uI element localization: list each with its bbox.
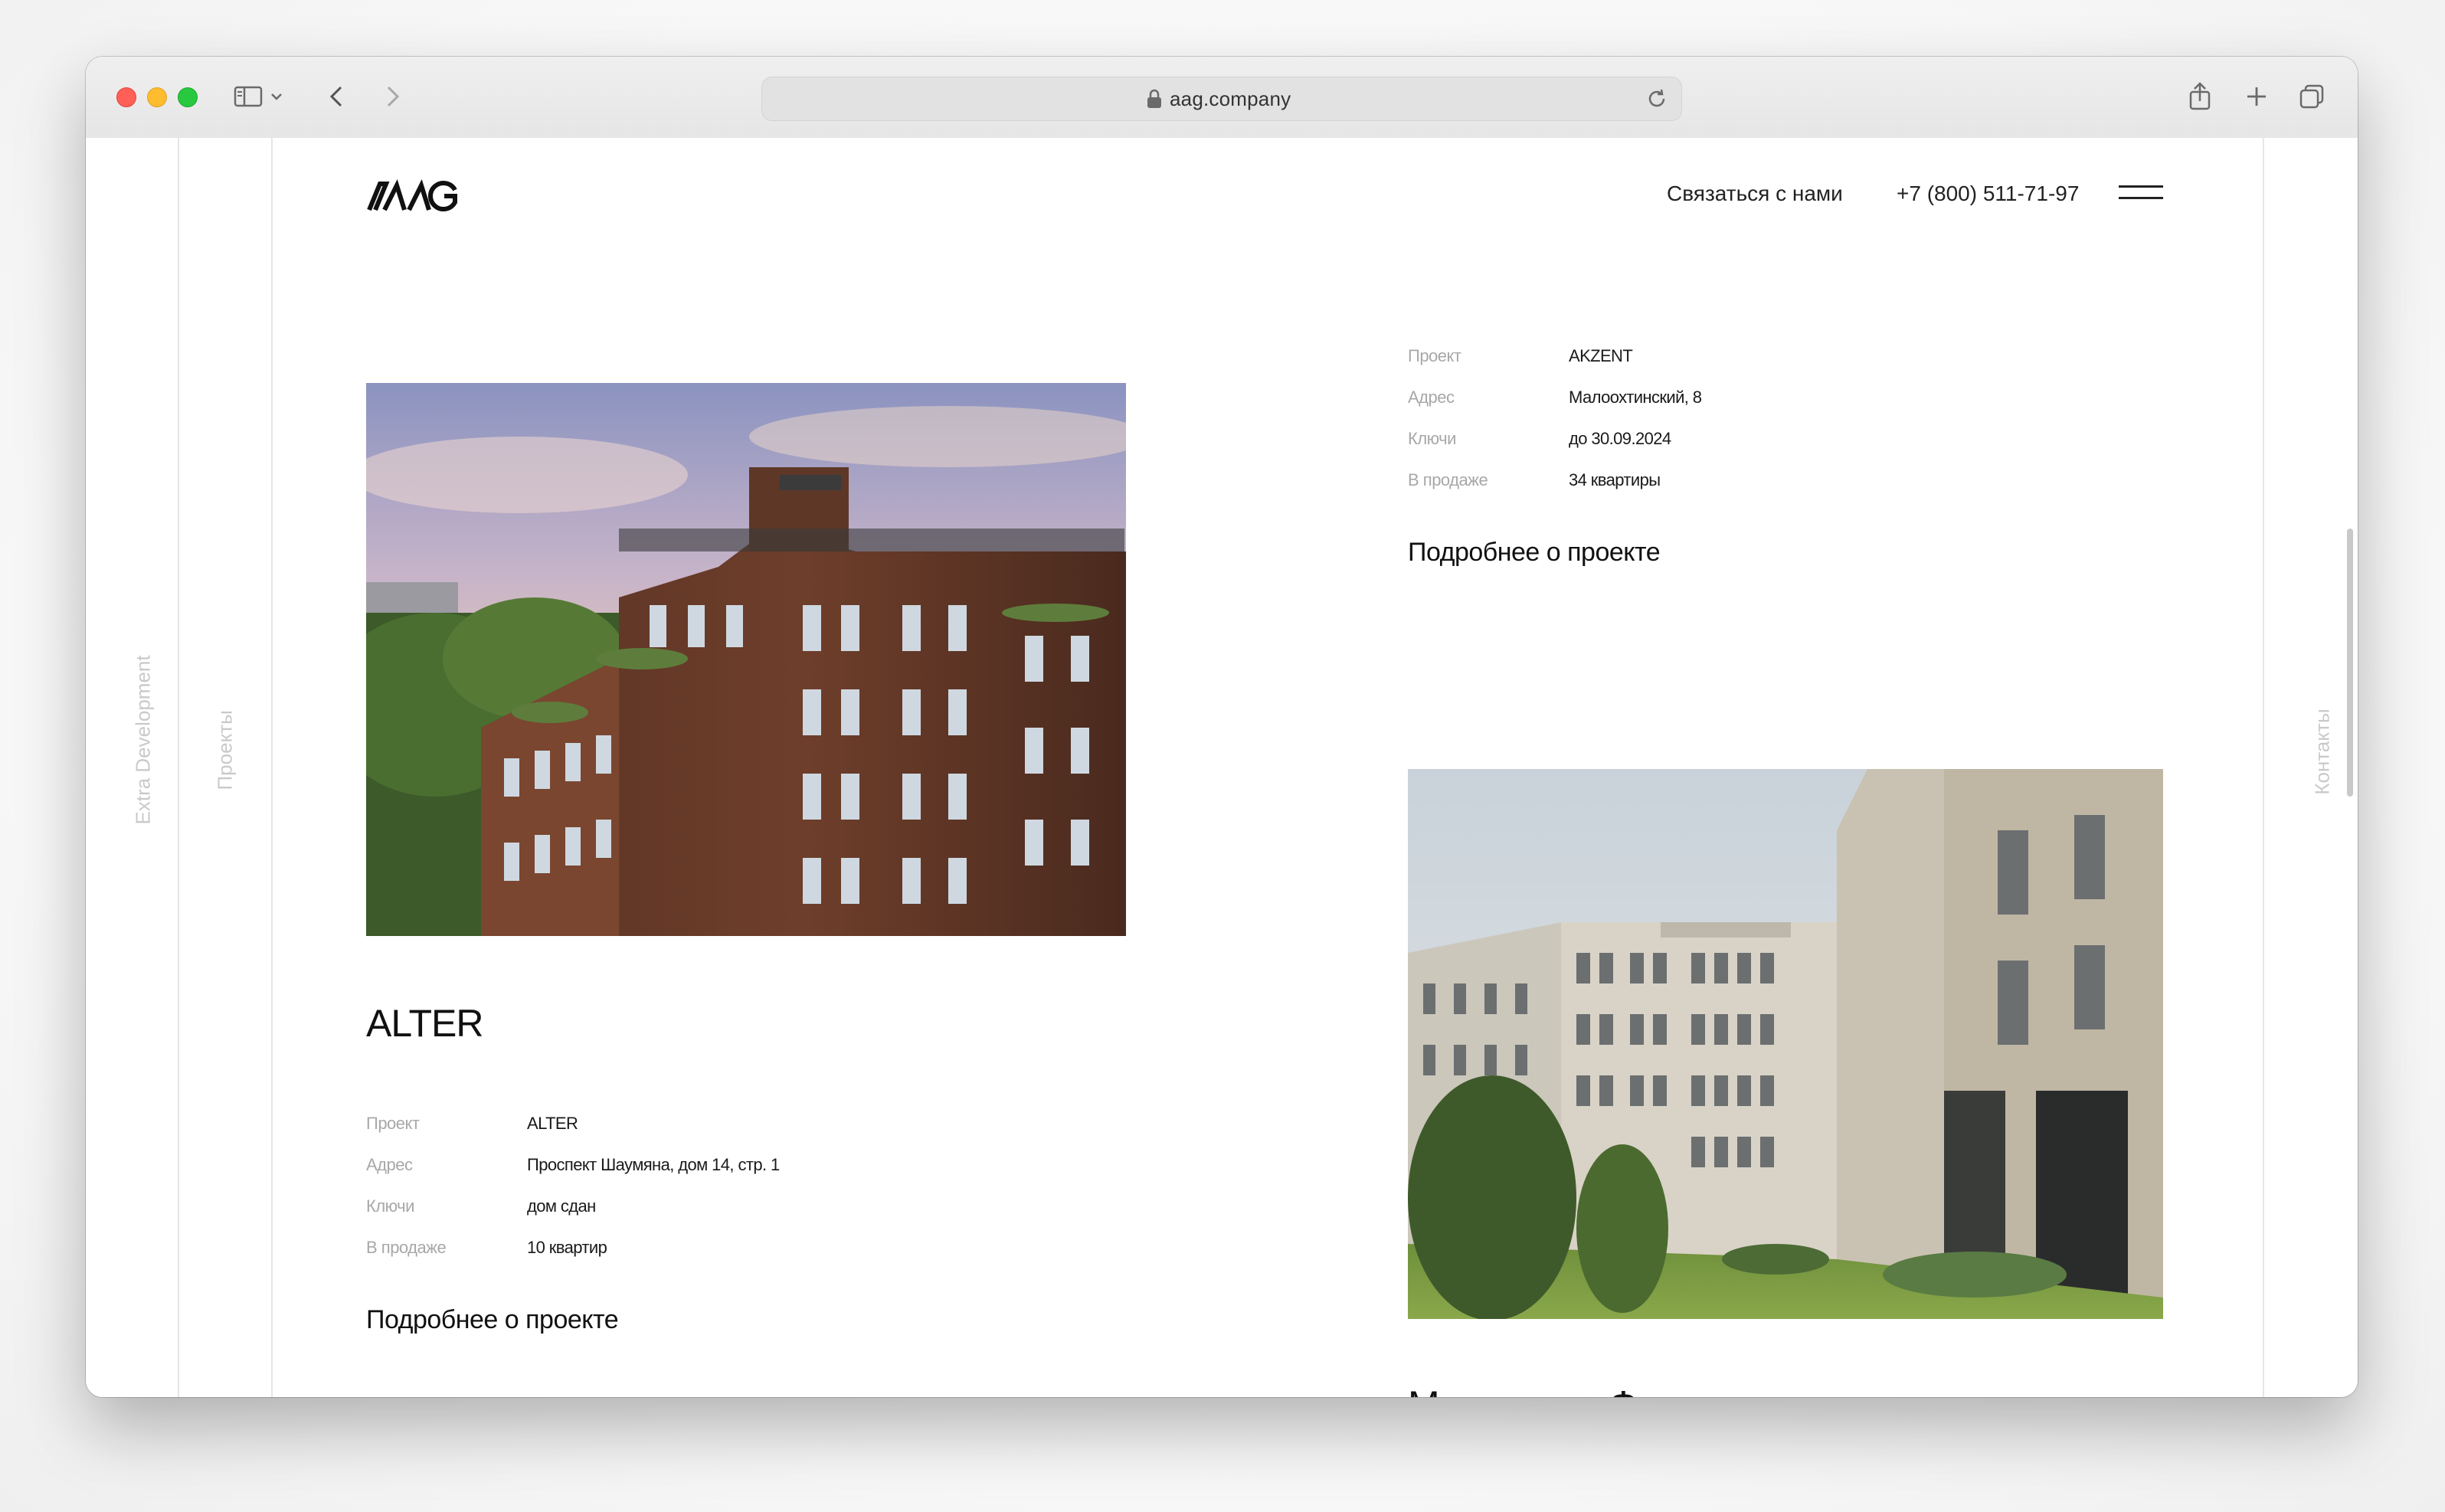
side-label-extra-development[interactable]: Extra Development: [132, 655, 155, 824]
info-value: дом сдан: [527, 1196, 596, 1216]
divider: [2263, 138, 2264, 1397]
info-value: 10 квартир: [527, 1238, 607, 1257]
project-info-alter: Проект ALTER Адрес Проспект Шаумяна, дом 1…: [366, 1112, 979, 1278]
scrollbar-thumb[interactable]: [2347, 529, 2353, 797]
minimize-window-button[interactable]: [147, 87, 167, 107]
side-label-projects[interactable]: Проекты: [214, 710, 237, 790]
browser-toolbar: aag.company: [86, 57, 2358, 139]
alter-title[interactable]: ALTER: [366, 1000, 483, 1046]
menu-icon[interactable]: [2119, 184, 2163, 202]
tab-overview-icon[interactable]: [2296, 80, 2327, 113]
info-key: Ключи: [366, 1196, 414, 1216]
share-icon[interactable]: [2185, 80, 2215, 113]
sidebar-toggle-icon[interactable]: [233, 80, 263, 113]
info-key: Проект: [366, 1114, 420, 1133]
info-key: Проект: [1408, 346, 1461, 365]
zoom-window-button[interactable]: [178, 87, 198, 107]
little-france-building-photo[interactable]: [1408, 769, 2163, 1319]
close-window-button[interactable]: [116, 87, 136, 107]
info-key: Ключи: [1408, 429, 1456, 448]
alter-building-photo[interactable]: [366, 383, 1126, 936]
reload-icon[interactable]: [1645, 87, 1669, 111]
side-label-contacts[interactable]: Контакты: [2311, 706, 2335, 798]
chevron-down-icon[interactable]: [268, 80, 285, 113]
little-france-title[interactable]: Маленькая Франция: [1408, 1382, 1761, 1397]
info-value: 34 квартиры: [1569, 470, 1661, 489]
info-key: В продаже: [366, 1238, 447, 1257]
project-info-akzent: Проект AKZENT Адрес Малоохтинский, 8 Ключи…: [1408, 345, 2021, 510]
alter-more-link[interactable]: Подробнее о проекте: [366, 1304, 619, 1336]
info-value: Проспект Шаумяна, дом 14, стр. 1: [527, 1155, 780, 1174]
info-key: Адрес: [366, 1155, 413, 1174]
url-text: aag.company: [1170, 87, 1291, 110]
info-value: AKZENT: [1569, 346, 1633, 365]
aag-logo[interactable]: [366, 179, 458, 211]
browser-window: aag.company Extra Development Проекты Ко…: [86, 57, 2358, 1397]
new-tab-icon[interactable]: [2241, 80, 2272, 113]
webpage: Extra Development Проекты Контакты Связа…: [86, 138, 2358, 1397]
info-value: до 30.09.2024: [1569, 429, 1671, 448]
lock-icon: [1145, 88, 1164, 110]
contact-us-link[interactable]: Связаться с нами: [1667, 181, 1843, 207]
divider: [271, 138, 273, 1397]
info-value: Малоохтинский, 8: [1569, 388, 1702, 407]
address-bar[interactable]: aag.company: [761, 77, 1682, 121]
phone-link[interactable]: +7 (800) 511-71-97: [1897, 181, 2079, 207]
back-icon[interactable]: [323, 80, 351, 113]
info-value: ALTER: [527, 1114, 578, 1133]
forward-icon[interactable]: [378, 80, 406, 113]
akzent-more-link[interactable]: Подробнее о проекте: [1408, 536, 1661, 568]
info-key: В продаже: [1408, 470, 1488, 489]
info-key: Адрес: [1408, 388, 1455, 407]
divider: [178, 138, 179, 1397]
